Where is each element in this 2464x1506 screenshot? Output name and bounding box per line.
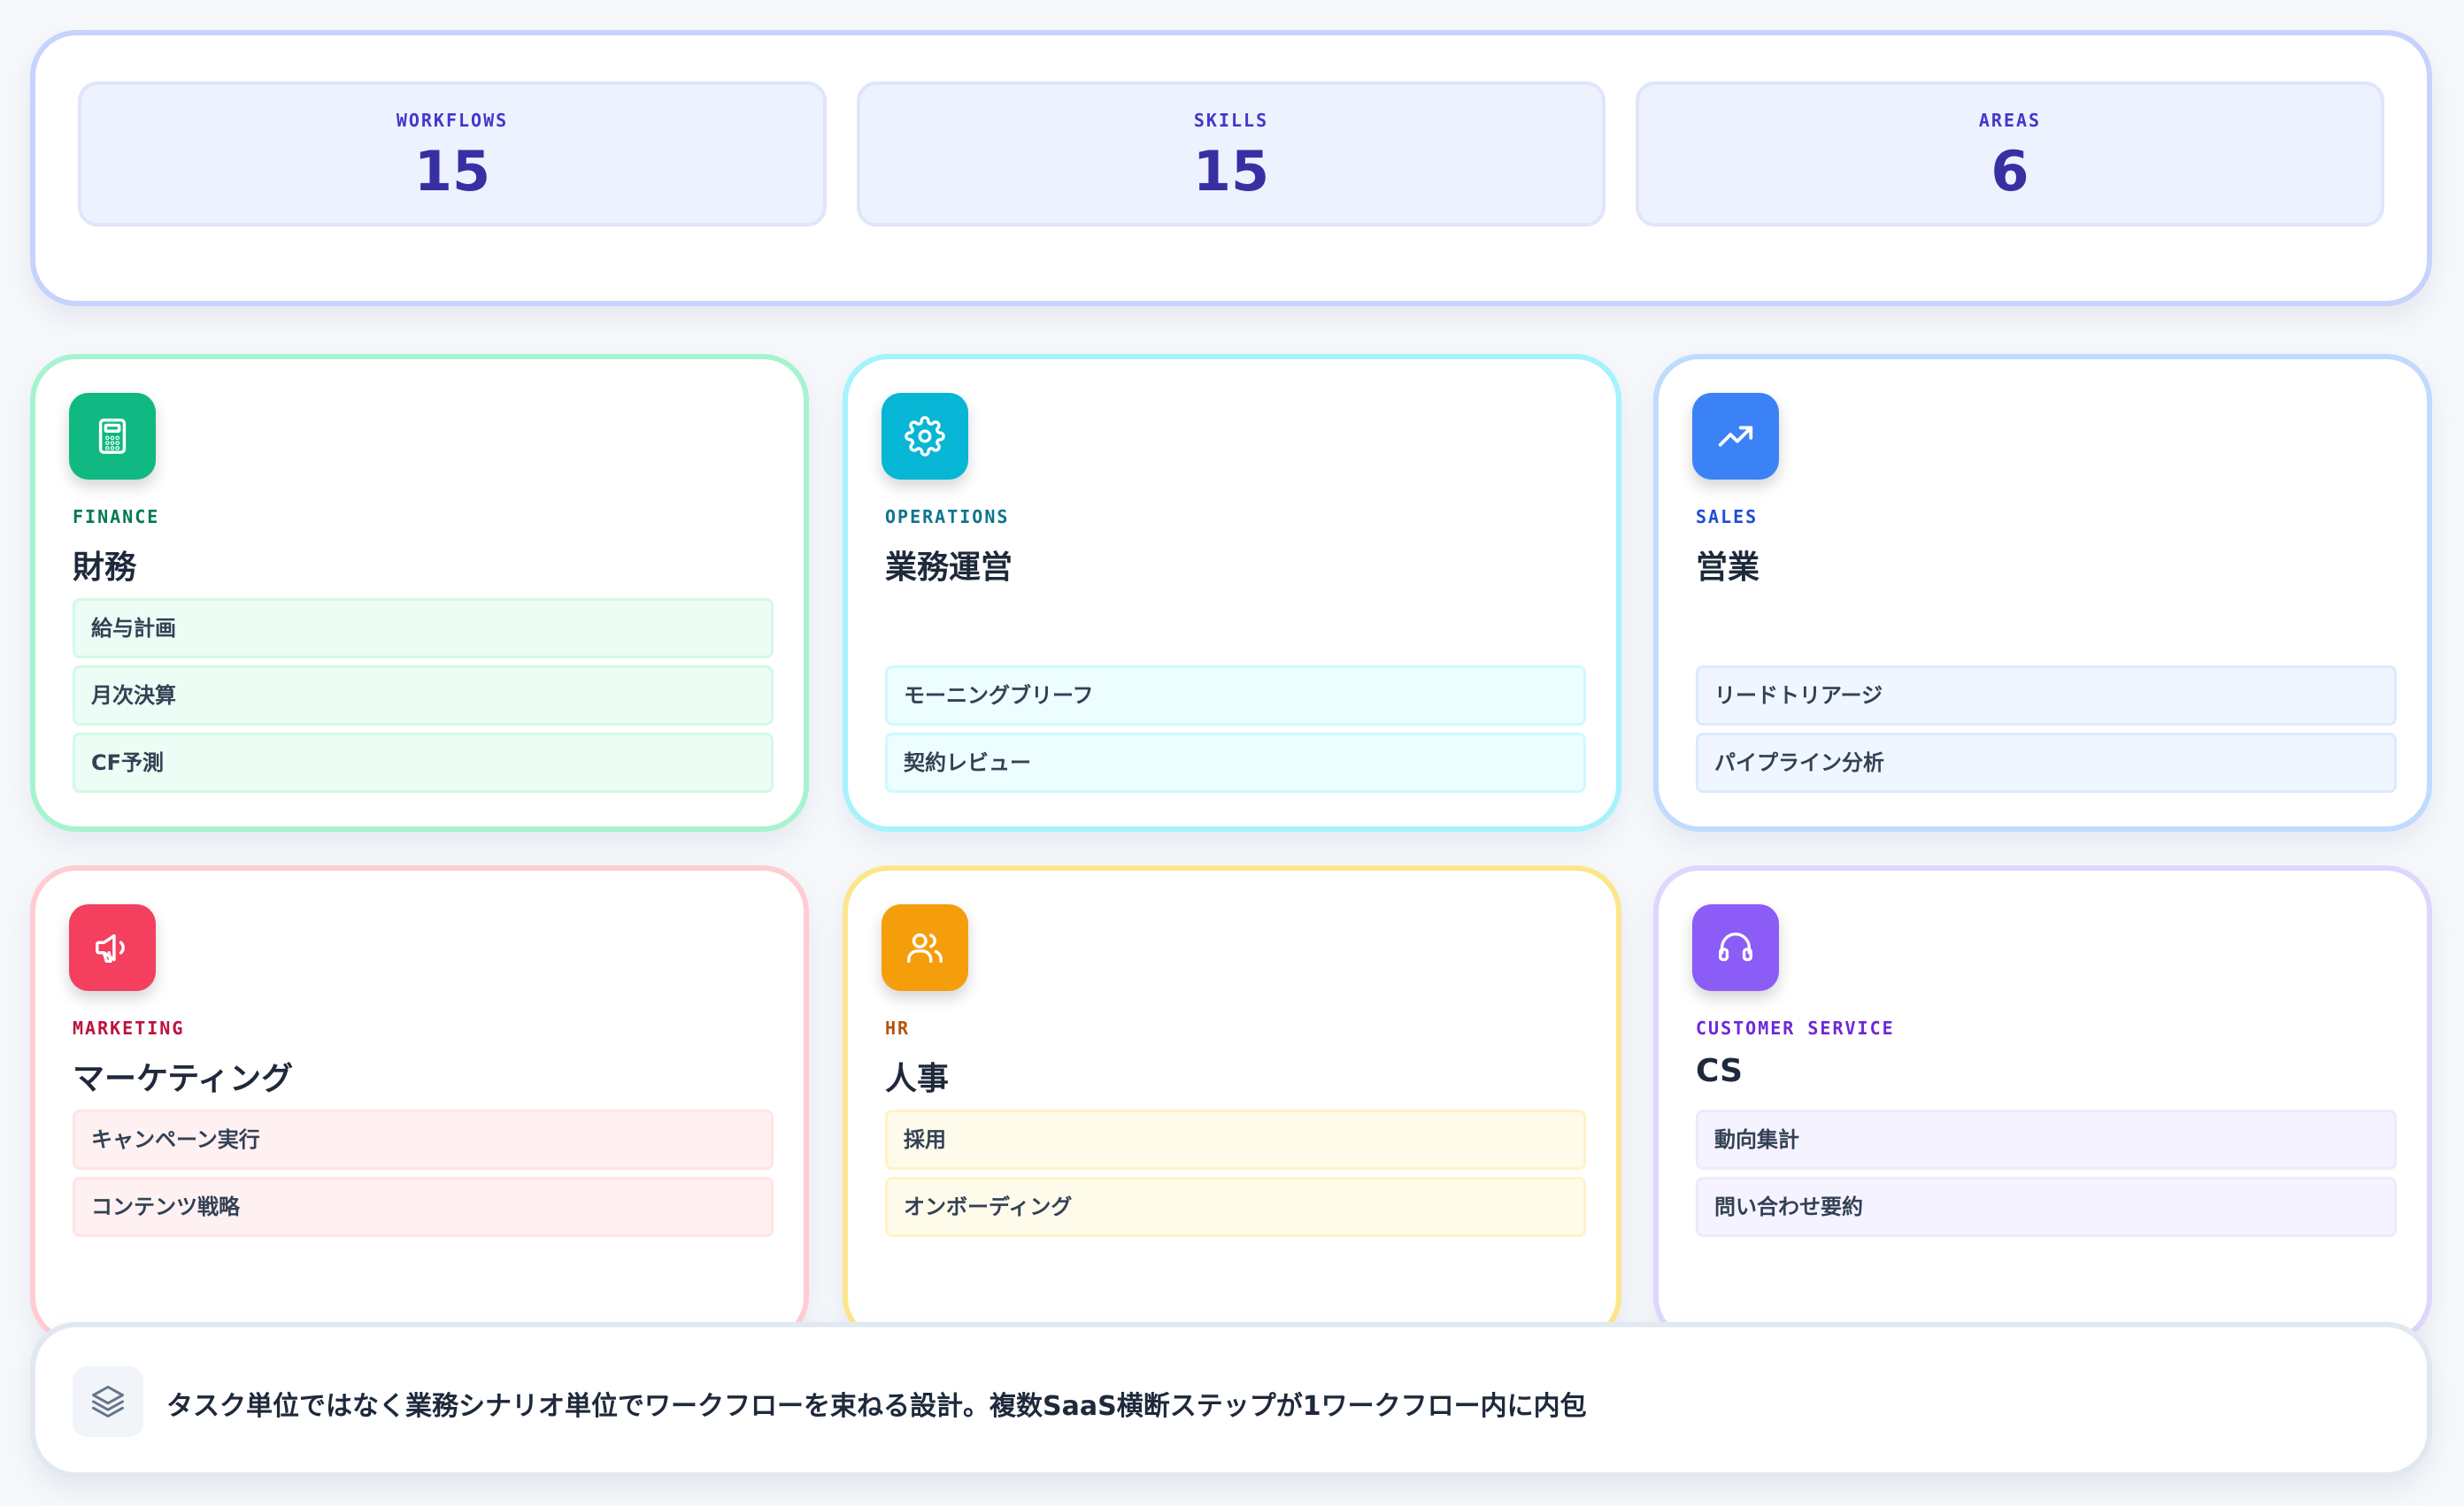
trending-up-icon xyxy=(1692,393,1779,480)
area-title: 財務 xyxy=(73,549,137,586)
workflow-item[interactable]: コンテンツ戦略 xyxy=(73,1177,774,1237)
area-tag: MARKETING xyxy=(73,1018,185,1039)
workflow-item[interactable]: リードトリアージ xyxy=(1696,665,2397,726)
stat-value: 15 xyxy=(413,139,491,204)
area-card-customer-service[interactable]: CUSTOMER SERVICE CS 動向集計 問い合わせ要約 xyxy=(1653,865,2432,1343)
area-title: 営業 xyxy=(1696,549,1760,586)
area-tag: SALES xyxy=(1696,506,1759,527)
stat-label: SKILLS xyxy=(1193,110,1269,131)
workflow-item[interactable]: モーニングブリーフ xyxy=(885,665,1586,726)
gear-icon xyxy=(882,393,968,480)
area-card-hr[interactable]: HR 人事 採用 オンボーディング xyxy=(843,865,1621,1343)
workflow-item[interactable]: 契約レビュー xyxy=(885,733,1586,793)
stat-value: 15 xyxy=(1192,139,1270,204)
area-title: 業務運営 xyxy=(885,549,1013,586)
workflow-item[interactable]: キャンペーン実行 xyxy=(73,1110,774,1170)
area-title: 人事 xyxy=(885,1061,950,1097)
area-card-sales[interactable]: SALES 営業 リードトリアージ パイプライン分析 xyxy=(1653,354,2432,832)
workflow-item[interactable]: パイプライン分析 xyxy=(1696,733,2397,793)
stat-label: WORKFLOWS xyxy=(396,110,509,131)
stat-skills: SKILLS 15 xyxy=(857,81,1605,227)
workflow-item[interactable]: 給与計画 xyxy=(73,598,774,658)
workflow-item[interactable]: CF予測 xyxy=(73,733,774,793)
workflow-item[interactable]: 問い合わせ要約 xyxy=(1696,1177,2397,1237)
area-card-marketing[interactable]: MARKETING マーケティング キャンペーン実行 コンテンツ戦略 xyxy=(30,865,809,1343)
users-icon xyxy=(882,904,968,991)
area-title: マーケティング xyxy=(73,1061,294,1097)
workflow-item[interactable]: オンボーディング xyxy=(885,1177,1586,1237)
design-note-text: タスク単位ではなく業務シナリオ単位でワークフローを束ねる設計。複数SaaS横断ス… xyxy=(166,1391,1587,1422)
workflow-item[interactable]: 月次決算 xyxy=(73,665,774,726)
area-card-finance[interactable]: FINANCE 財務 給与計画 月次決算 CF予測 xyxy=(30,354,809,832)
area-tag: FINANCE xyxy=(73,506,160,527)
stat-value: 6 xyxy=(1990,139,2029,204)
workflow-item[interactable]: 動向集計 xyxy=(1696,1110,2397,1170)
area-tag: OPERATIONS xyxy=(885,506,1010,527)
area-tag: CUSTOMER SERVICE xyxy=(1696,1018,1895,1039)
workflow-item[interactable]: 採用 xyxy=(885,1110,1586,1170)
headset-icon xyxy=(1692,904,1779,991)
stat-label: AREAS xyxy=(1978,110,2042,131)
stat-areas: AREAS 6 xyxy=(1636,81,2384,227)
area-card-operations[interactable]: OPERATIONS 業務運営 モーニングブリーフ 契約レビュー xyxy=(843,354,1621,832)
design-note-panel: タスク単位ではなく業務シナリオ単位でワークフローを束ねる設計。複数SaaS横断ス… xyxy=(30,1322,2432,1478)
stats-panel: WORKFLOWS 15 SKILLS 15 AREAS 6 xyxy=(30,30,2432,306)
layers-icon xyxy=(73,1366,143,1437)
area-title: CS xyxy=(1696,1053,1744,1089)
megaphone-icon xyxy=(69,904,156,991)
stat-workflows: WORKFLOWS 15 xyxy=(78,81,827,227)
calculator-icon xyxy=(69,393,156,480)
area-tag: HR xyxy=(885,1018,911,1039)
